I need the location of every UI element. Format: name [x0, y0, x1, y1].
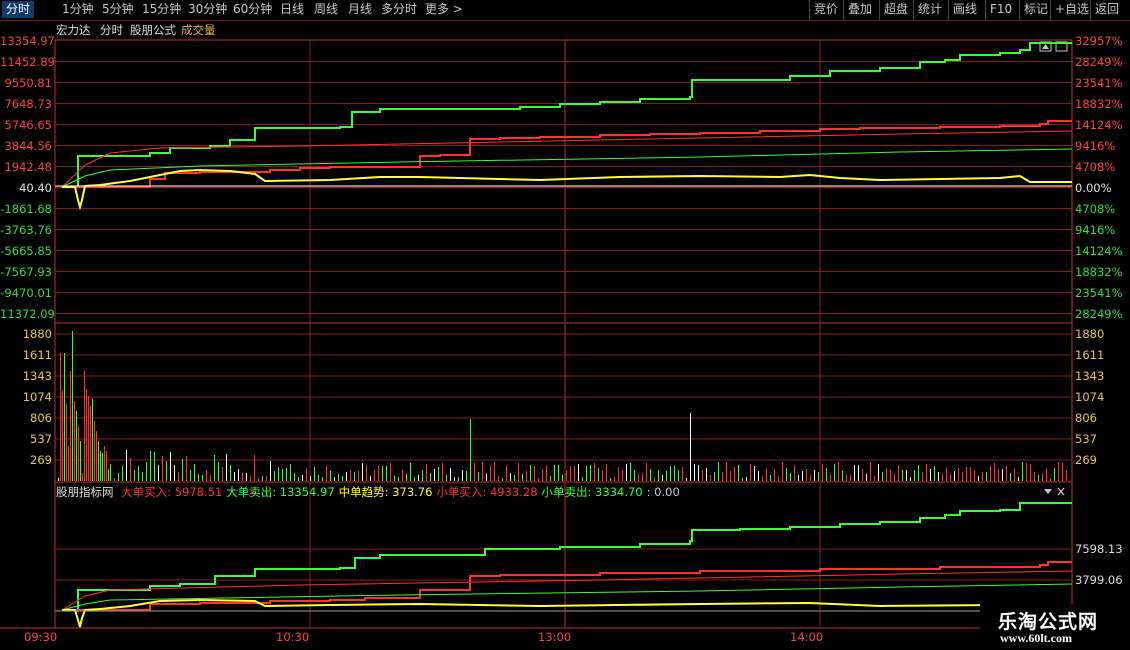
price-tick-right: 4708%: [1075, 201, 1116, 216]
price-tick-left: -5665.85: [0, 243, 52, 258]
watermark-logo: 乐淘公式网 www.60lt.com: [980, 604, 1130, 650]
ind-大单买入-line: [62, 561, 1072, 611]
price-tick-left: -1861.68: [0, 201, 52, 216]
price-tick-right: 4708%: [1075, 159, 1116, 174]
price-tick-right: 18832%: [1075, 264, 1123, 279]
time-tick: 09:30: [24, 630, 58, 644]
price-tick-left: -9470.01: [0, 285, 52, 300]
price-tick-right: 14124%: [1075, 117, 1123, 132]
price-tick-right: 9416%: [1075, 222, 1116, 237]
indicator-legend-item: 大单买入: 5978.51: [121, 485, 223, 499]
volume-tick-left: 1074: [22, 390, 52, 404]
price-tick-right: 0.00%: [1075, 180, 1112, 195]
volume-tick-left: 1880: [22, 327, 52, 341]
price-tick-left: 7648.73: [4, 96, 52, 111]
volume-tick-left: 806: [30, 411, 52, 425]
price-tick-right: 23541%: [1075, 285, 1123, 300]
volume-tick-left: 269: [30, 453, 52, 467]
volume-tick-right: 1074: [1075, 390, 1105, 404]
watermark-title: 乐淘公式网: [998, 611, 1099, 633]
大单买入-line: [62, 120, 1072, 188]
price-tick-left: 3844.56: [4, 138, 52, 153]
volume-tick-right: 1880: [1075, 327, 1105, 341]
price-tick-left: 13354.97: [0, 33, 55, 48]
中单趋势-line: [62, 168, 1072, 211]
expand-arrow-icon: [1042, 44, 1049, 49]
price-tick-left: 11372.09: [0, 306, 55, 321]
formula-label[interactable]: 股朋公式: [130, 23, 176, 37]
price-tick-left: 40.40: [19, 180, 52, 195]
indicator-tick-right: 7598.13: [1075, 542, 1123, 556]
volume-tick-right: 269: [1075, 453, 1097, 467]
price-tick-right: 14124%: [1075, 243, 1123, 258]
price-tick-right: 23541%: [1075, 75, 1123, 90]
volume-tick-left: 1343: [22, 369, 52, 383]
indicator-tick-right: 3799.06: [1075, 573, 1123, 587]
price-tick-right: 18832%: [1075, 96, 1123, 111]
indicator-close-icon[interactable]: [1057, 487, 1065, 496]
price-tick-left: 1942.48: [4, 159, 52, 174]
indicator-legend: 股朋指标网 大单买入: 5978.51 大单卖出: 13354.97 中单趋势: 3…: [56, 485, 680, 500]
price-tick-left: 11452.89: [0, 54, 55, 69]
volume-tick-right: 537: [1075, 432, 1097, 446]
watermark-url: www.60lt.com: [1000, 631, 1072, 645]
小单卖出-line: [61, 148, 1073, 188]
stock-name: 宏力达: [56, 23, 91, 37]
volume-label[interactable]: 成交量: [181, 23, 216, 37]
price-tick-left: -3763.76: [0, 222, 52, 237]
indicator-legend-item: 大单卖出: 13354.97: [226, 485, 335, 499]
time-tick: 10:30: [276, 630, 310, 644]
indicator-legend-item: 小单卖出: 3334.70: [541, 485, 643, 499]
intraday-chart: [0, 39, 1130, 629]
indicator-legend-item: : 0.00: [646, 485, 680, 499]
volume-tick-right: 1611: [1075, 348, 1105, 362]
mode-label: 分时: [100, 23, 123, 37]
time-tick: 14:00: [790, 630, 824, 644]
volume-tick-right: 1343: [1075, 369, 1105, 383]
indicator-legend-item: 小单买入: 4933.28: [436, 485, 538, 499]
price-tick-right: 28249%: [1075, 306, 1123, 321]
price-tick-left: -7567.93: [0, 264, 52, 279]
indicator-menu-icon[interactable]: [1044, 489, 1052, 494]
price-tick-right: 32957%: [1075, 33, 1123, 48]
volume-tick-left: 537: [30, 432, 52, 446]
ind-小单买入-line: [61, 570, 1073, 611]
volume-tick-left: 1611: [22, 348, 52, 362]
price-tick-left: 9550.81: [4, 75, 52, 90]
volume-tick-right: 806: [1075, 411, 1097, 425]
indicator-legend-item: 中单趋势: 373.76: [338, 485, 433, 499]
price-tick-left: 5746.65: [4, 117, 52, 132]
ind-中单趋势-line: [62, 598, 1072, 628]
price-tick-right: 28249%: [1075, 54, 1123, 69]
time-tick: 13:00: [538, 630, 572, 644]
indicator-name[interactable]: 股朋指标网: [56, 485, 114, 499]
ind-大单卖出-line: [62, 502, 1072, 611]
price-tick-right: 9416%: [1075, 138, 1116, 153]
